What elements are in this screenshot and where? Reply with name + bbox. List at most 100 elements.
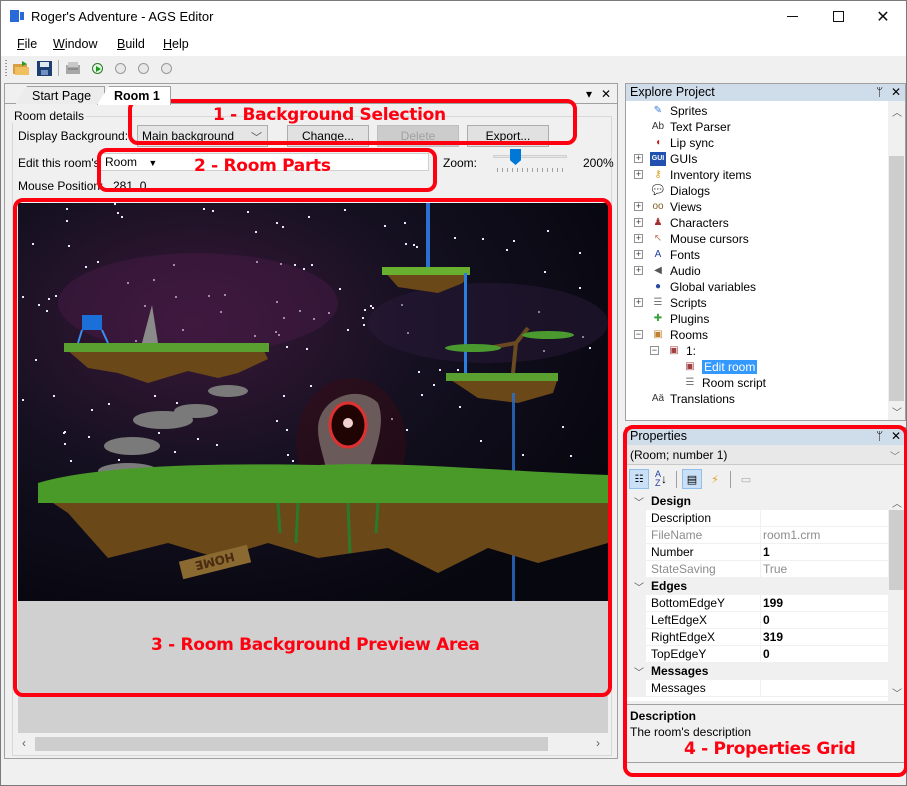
events-button[interactable]: ⚡ — [705, 469, 725, 489]
tree-item-translations[interactable]: Aä Translations — [650, 391, 735, 407]
expand-icon[interactable]: + — [634, 154, 643, 163]
collapse-icon[interactable]: − — [634, 330, 643, 339]
column-divider[interactable] — [760, 510, 761, 527]
property-row[interactable]: BottomEdgeY 199 — [626, 595, 888, 612]
expand-icon[interactable]: + — [634, 298, 643, 307]
change-background-button[interactable]: Change... — [287, 125, 369, 147]
scroll-up-icon[interactable]: ︿ — [892, 495, 902, 510]
tree-item-edit-room[interactable]: ▣ Edit room — [682, 359, 758, 375]
column-divider[interactable] — [760, 646, 761, 663]
scroll-down-icon[interactable]: ﹀ — [892, 685, 902, 700]
tree-item-1[interactable]: ▣ 1: — [666, 343, 696, 359]
scroll-left-icon[interactable]: ‹ — [22, 736, 26, 750]
build-exe-button[interactable] — [64, 59, 82, 77]
expand-icon[interactable]: + — [634, 234, 643, 243]
tree-item-fonts[interactable]: A Fonts — [650, 247, 700, 263]
tree-item-rooms[interactable]: ▣ Rooms — [650, 327, 708, 343]
collapse-category-icon[interactable]: ﹀ — [634, 494, 644, 509]
property-value[interactable]: 1 — [763, 545, 770, 559]
tree-item-text-parser[interactable]: Ab Text Parser — [650, 119, 731, 135]
preview-horizontal-scrollbar[interactable]: ‹ › — [18, 736, 608, 752]
close-icon[interactable]: ✕ — [891, 85, 901, 99]
scroll-right-icon[interactable]: › — [596, 736, 600, 750]
pause-button[interactable] — [111, 59, 129, 77]
tree-item-sprites[interactable]: ✎ Sprites — [650, 103, 708, 119]
tab-list-button[interactable]: ▾ — [586, 87, 592, 101]
zoom-slider[interactable] — [493, 155, 567, 158]
scrollbar-thumb[interactable] — [889, 510, 904, 590]
expand-icon[interactable]: + — [634, 250, 643, 259]
property-row[interactable]: RightEdgeX 319 — [626, 629, 888, 646]
menu-file[interactable]: File — [17, 37, 37, 51]
column-divider[interactable] — [760, 595, 761, 612]
property-row[interactable]: FileName room1.crm — [626, 527, 888, 544]
tree-item-inventory-items[interactable]: ⚷ Inventory items — [650, 167, 751, 183]
properties-vertical-scrollbar[interactable]: ︿ ﹀ — [888, 493, 905, 701]
display-background-combo[interactable]: Main background ﹀ — [137, 125, 268, 147]
close-window-button[interactable]: ✕ — [860, 1, 906, 32]
property-category[interactable]: ﹀ Edges — [626, 578, 888, 595]
tree-item-characters[interactable]: ♟ Characters — [650, 215, 729, 231]
tree-item-scripts[interactable]: ☰ Scripts — [650, 295, 707, 311]
open-project-button[interactable] — [12, 59, 30, 77]
expand-icon[interactable]: + — [634, 170, 643, 179]
property-row[interactable]: LeftEdgeX 0 — [626, 612, 888, 629]
menu-window[interactable]: Window — [53, 37, 97, 51]
column-divider[interactable] — [760, 612, 761, 629]
property-row[interactable]: TopEdgeY 0 — [626, 646, 888, 663]
object-selector[interactable]: (Room; number 1) ﹀ — [626, 445, 905, 465]
room-background-image[interactable]: HOME — [18, 203, 608, 601]
tree-item-global-variables[interactable]: ● Global variables — [650, 279, 756, 295]
property-value[interactable]: 0 — [763, 613, 770, 627]
property-value[interactable]: 199 — [763, 596, 783, 610]
tree-item-views[interactable]: oo Views — [650, 199, 701, 215]
scrollbar-thumb[interactable] — [35, 737, 548, 751]
property-category[interactable]: ﹀ Design — [626, 493, 888, 510]
property-row[interactable]: StateSaving True — [626, 561, 888, 578]
collapse-icon[interactable]: − — [650, 346, 659, 355]
property-row[interactable]: Messages — [626, 680, 888, 697]
menu-build[interactable]: Build — [117, 37, 145, 51]
run-button[interactable] — [88, 59, 106, 77]
menu-help[interactable]: Help — [163, 37, 189, 51]
tree-item-plugins[interactable]: ✚ Plugins — [650, 311, 710, 327]
categorized-button[interactable]: ☷ — [629, 469, 649, 489]
maximize-button[interactable] — [815, 1, 861, 32]
pin-icon[interactable]: ᛘ — [876, 429, 883, 443]
scroll-up-icon[interactable]: ︿ — [892, 104, 902, 119]
tree-item-guis[interactable]: GUI GUIs — [650, 151, 697, 167]
step-button[interactable] — [134, 59, 152, 77]
column-divider[interactable] — [760, 561, 761, 578]
scroll-down-icon[interactable]: ﹀ — [892, 404, 902, 419]
property-category[interactable]: ﹀ Messages — [626, 663, 888, 680]
stop-button[interactable] — [157, 59, 175, 77]
close-tab-button[interactable]: ✕ — [601, 87, 611, 101]
column-divider[interactable] — [760, 544, 761, 561]
minimize-button[interactable] — [769, 1, 815, 32]
tree-item-dialogs[interactable]: 💬 Dialogs — [650, 183, 710, 199]
delete-background-button[interactable]: Delete — [377, 125, 459, 147]
close-icon[interactable]: ✕ — [891, 429, 901, 443]
tab-start-page[interactable]: Start Page — [15, 86, 105, 104]
expand-icon[interactable]: + — [634, 218, 643, 227]
tree-item-room-script[interactable]: ☰ Room script — [682, 375, 767, 391]
collapse-category-icon[interactable]: ﹀ — [634, 664, 644, 679]
tree-item-audio[interactable]: ◀ Audio — [650, 263, 701, 279]
tab-room-1[interactable]: Room 1 — [97, 86, 171, 105]
expand-icon[interactable]: + — [634, 266, 643, 275]
property-row[interactable]: Description — [626, 510, 888, 527]
export-background-button[interactable]: Export... — [467, 125, 549, 147]
collapse-category-icon[interactable]: ﹀ — [634, 579, 644, 594]
property-row[interactable]: Number 1 — [626, 544, 888, 561]
explorer-vertical-scrollbar[interactable]: ︿ ﹀ — [888, 101, 905, 420]
column-divider[interactable] — [760, 527, 761, 544]
alphabetical-button[interactable]: A Z ↓ — [651, 469, 671, 489]
column-divider[interactable] — [760, 629, 761, 646]
property-value[interactable]: 319 — [763, 630, 783, 644]
tree-item-lip-sync[interactable]: ◖ Lip sync — [650, 135, 714, 151]
save-button[interactable] — [35, 59, 53, 77]
tree-item-mouse-cursors[interactable]: ↖ Mouse cursors — [650, 231, 749, 247]
expand-icon[interactable]: + — [634, 202, 643, 211]
pin-icon[interactable]: ᛘ — [876, 85, 883, 99]
scrollbar-thumb[interactable] — [889, 156, 904, 401]
